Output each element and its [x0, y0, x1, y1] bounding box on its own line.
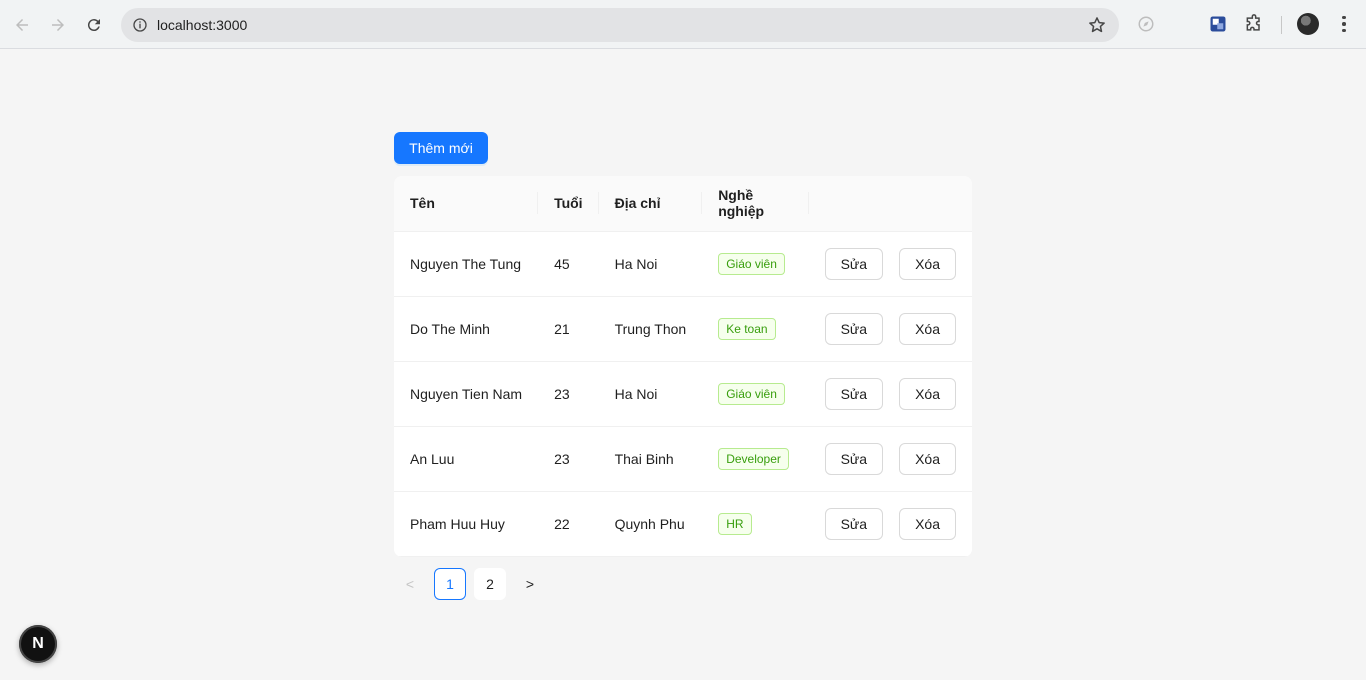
cell-name: Do The Minh — [394, 296, 539, 362]
extensions-puzzle-icon[interactable] — [1243, 13, 1265, 35]
add-new-button[interactable]: Thêm mới — [394, 132, 488, 164]
translate-extension-icon[interactable] — [1207, 13, 1229, 35]
edit-button[interactable]: Sửa — [824, 312, 884, 345]
header-name: Tên — [394, 176, 539, 232]
cell-actions: Sửa Xóa — [808, 491, 972, 557]
header-actions — [808, 176, 972, 232]
prev-page-button[interactable]: < — [394, 568, 426, 600]
cell-name: Nguyen The Tung — [394, 231, 539, 297]
next-page-button[interactable]: > — [514, 568, 546, 600]
pagination: < 1 2 > — [394, 568, 546, 600]
nextjs-dev-badge[interactable]: N — [19, 625, 57, 663]
reload-button[interactable] — [78, 9, 110, 41]
cell-age: 21 — [538, 296, 599, 362]
job-tag: HR — [718, 512, 752, 535]
job-tag: Developer — [718, 447, 789, 470]
cell-job: Giáo viên — [702, 231, 809, 297]
cell-age: 45 — [538, 231, 599, 297]
page-button-2[interactable]: 2 — [474, 568, 506, 600]
cell-address: Thai Binh — [598, 426, 703, 492]
cell-actions: Sửa Xóa — [808, 296, 972, 362]
browser-menu-icon[interactable] — [1334, 13, 1354, 35]
cell-name: An Luu — [394, 426, 539, 492]
cell-age: 23 — [538, 426, 599, 492]
delete-button[interactable]: Xóa — [899, 507, 956, 540]
reload-icon — [87, 19, 100, 32]
cell-job: HR — [702, 491, 809, 557]
cell-address: Ha Noi — [598, 231, 703, 297]
cell-job: Developer — [702, 426, 809, 492]
delete-button[interactable]: Xóa — [899, 312, 956, 345]
cell-address: Ha Noi — [598, 361, 703, 427]
delete-button[interactable]: Xóa — [899, 247, 956, 280]
cell-name: Pham Huu Huy — [394, 491, 539, 557]
cell-actions: Sửa Xóa — [808, 426, 972, 492]
address-bar[interactable]: localhost:3000 — [121, 8, 1119, 42]
employee-table: Tên Tuổi Địa chỉ Nghề nghiệp Nguyen The … — [394, 176, 972, 557]
cell-actions: Sửa Xóa — [808, 231, 972, 297]
job-tag: Ke toan — [718, 317, 776, 340]
job-tag: Giáo viên — [718, 252, 785, 275]
cell-name: Nguyen Tien Nam — [394, 361, 539, 427]
toolbar-divider — [1281, 16, 1282, 34]
table-header-row: Tên Tuổi Địa chỉ Nghề nghiệp — [394, 176, 972, 232]
cell-job: Ke toan — [702, 296, 809, 362]
job-tag: Giáo viên — [718, 382, 785, 405]
edit-button[interactable]: Sửa — [824, 247, 884, 280]
site-info-icon[interactable] — [129, 14, 151, 36]
header-job: Nghề nghiệp — [702, 176, 809, 232]
table-row: Pham Huu Huy 22 Quynh Phu HR Sửa Xóa — [394, 491, 972, 557]
profile-avatar[interactable] — [1297, 13, 1319, 35]
table-row: Nguyen Tien Nam 23 Ha Noi Giáo viên Sửa … — [394, 361, 972, 427]
edit-button[interactable]: Sửa — [824, 507, 884, 540]
edit-button[interactable]: Sửa — [824, 442, 884, 475]
forward-button[interactable] — [42, 9, 74, 41]
cell-job: Giáo viên — [702, 361, 809, 427]
table-row: Do The Minh 21 Trung Thon Ke toan Sửa Xó… — [394, 296, 972, 362]
arrow-right-icon — [52, 19, 64, 31]
cell-address: Trung Thon — [598, 296, 703, 362]
bookmark-star-icon[interactable] — [1087, 15, 1107, 35]
edit-button[interactable]: Sửa — [824, 377, 884, 410]
arrow-left-icon — [16, 19, 28, 31]
browser-toolbar: localhost:3000 — [0, 0, 1366, 49]
delete-button[interactable]: Xóa — [899, 377, 956, 410]
blank-extension-icon[interactable] — [1171, 13, 1193, 35]
cell-address: Quynh Phu — [598, 491, 703, 557]
cell-age: 22 — [538, 491, 599, 557]
header-address: Địa chỉ — [598, 176, 703, 232]
compass-extension-icon[interactable] — [1135, 13, 1157, 35]
url-text: localhost:3000 — [157, 17, 248, 33]
cell-age: 23 — [538, 361, 599, 427]
delete-button[interactable]: Xóa — [899, 442, 956, 475]
table-row: An Luu 23 Thai Binh Developer Sửa Xóa — [394, 426, 972, 492]
header-age: Tuổi — [538, 176, 599, 232]
page-button-1[interactable]: 1 — [434, 568, 466, 600]
back-button[interactable] — [6, 9, 38, 41]
cell-actions: Sửa Xóa — [808, 361, 972, 427]
table-row: Nguyen The Tung 45 Ha Noi Giáo viên Sửa … — [394, 231, 972, 297]
